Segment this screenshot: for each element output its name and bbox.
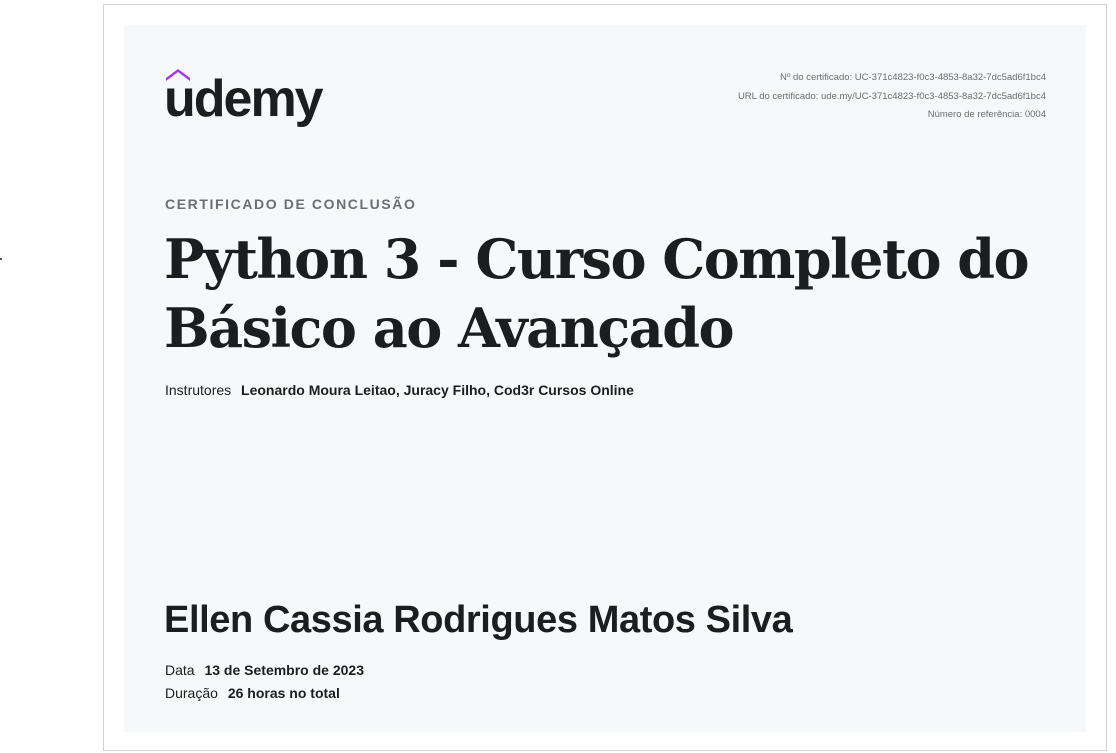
stray-dot (0, 258, 2, 260)
recipient-name: Ellen Cassia Rodrigues Matos Silva (164, 599, 793, 641)
course-title: Python 3 - Curso Completo do Básico ao A… (164, 225, 1044, 363)
course-title-line-1: Python 3 - Curso Completo do (164, 227, 1030, 291)
course-title-line-2: Básico ao Avançado (164, 296, 735, 360)
instructors-label: Instrutores (165, 382, 232, 398)
certificate-card: udemy Nº do certificado: UC-371c4823-f0c… (124, 25, 1086, 732)
date-value: 13 de Setembro de 2023 (204, 662, 364, 678)
date-row: Data 13 de Setembro de 2023 (165, 662, 364, 678)
certificate-number: Nº do certificado: UC-371c4823-f0c3-4853… (780, 72, 1046, 83)
instructor-name: Juracy Filho, (403, 382, 490, 398)
duration-value: 26 horas no total (227, 685, 340, 701)
certificate-url[interactable]: URL do certificado: ude.my/UC-371c4823-f… (738, 88, 1046, 107)
certificate-meta: Nº do certificado: UC-371c4823-f0c3-4853… (738, 69, 1046, 125)
instructor-name: Cod3r Cursos Online (493, 382, 634, 398)
instructors: Instrutores Leonardo Moura Leitao, Jurac… (165, 382, 634, 398)
udemy-logo: udemy (164, 65, 334, 127)
date-label: Data (165, 662, 195, 678)
instructor-name: Leonardo Moura Leitao, (241, 382, 400, 398)
certificate-heading: CERTIFICADO DE CONCLUSÃO (165, 196, 417, 212)
logo-wordmark: udemy (164, 70, 324, 128)
duration-row: Duração 26 horas no total (165, 685, 340, 701)
reference-number: Número de referência: 0004 (927, 109, 1046, 120)
duration-label: Duração (165, 685, 218, 701)
certificate-frame: udemy Nº do certificado: UC-371c4823-f0c… (103, 4, 1107, 751)
